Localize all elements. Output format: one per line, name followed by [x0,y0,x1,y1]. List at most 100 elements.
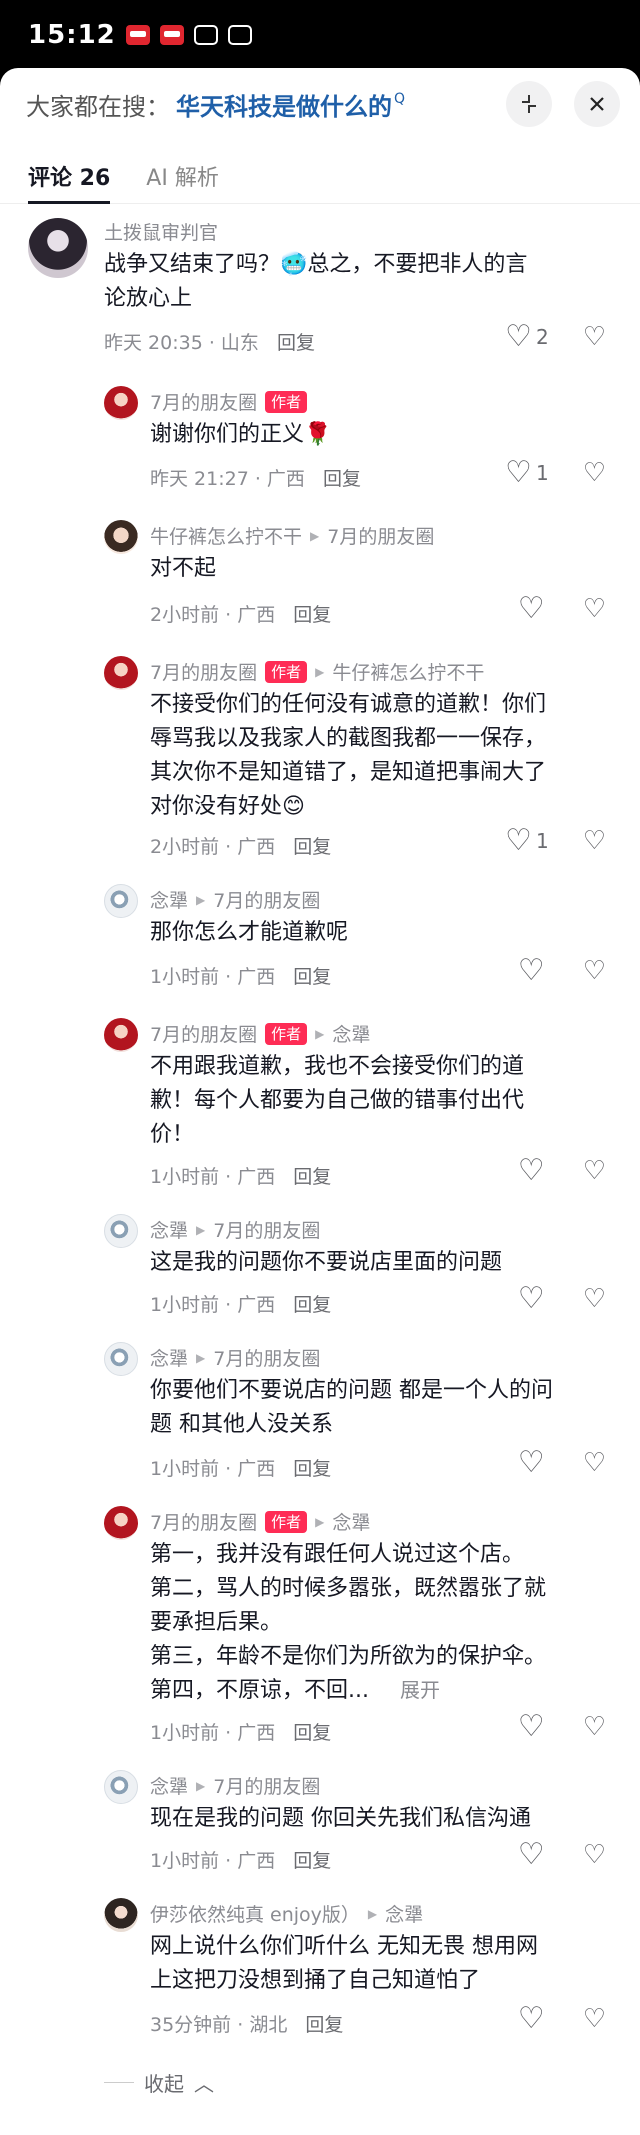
username[interactable]: 7月的朋友圈 [150,658,257,685]
comment-location: 广西 [237,1722,276,1744]
comment-meta: 35分钟前 · 湖北 回复 [150,2010,343,2037]
like-button[interactable]: ♡ 1 [505,826,549,856]
heart-icon: ♡ [505,319,532,354]
avatar[interactable] [104,1018,138,1052]
like-button[interactable]: ♡ [518,1840,549,1870]
divider-line [104,2082,134,2083]
like-button[interactable]: ♡ [518,594,549,624]
like-count: 1 [535,461,549,485]
chevron-up-icon: ︿ [194,2072,214,2096]
reply-target[interactable]: 7月的朋友圈 [213,1344,320,1371]
search-query-link[interactable]: 华天科技是做什么的 [176,87,392,122]
avatar[interactable] [104,884,138,918]
dislike-icon[interactable]: ♡ [583,1842,606,1868]
reply-arrow-icon: ▶ [196,1778,206,1793]
comment-author[interactable]: 念犟 ▶ 7月的朋友圈 [150,886,320,913]
username[interactable]: 7月的朋友圈 [150,1508,257,1535]
reply-target[interactable]: 7月的朋友圈 [213,886,320,913]
comment-location: 广西 [237,1850,276,1872]
reply-button[interactable]: 回复 [293,1718,331,1745]
avatar[interactable] [104,386,138,420]
minimize-button[interactable] [506,81,552,127]
dislike-icon[interactable]: ♡ [583,596,606,622]
reply-button[interactable]: 回复 [293,1454,331,1481]
avatar[interactable] [104,1506,138,1540]
heart-icon: ♡ [517,1709,545,1744]
reply-target[interactable]: 念犟 [332,1508,370,1535]
like-button[interactable]: ♡ [518,1284,549,1314]
reply-target[interactable]: 牛仔裤怎么拧不干 [332,658,484,685]
like-button[interactable]: ♡ [518,1156,549,1186]
like-button[interactable]: ♡ [518,1712,549,1742]
reply-button[interactable]: 回复 [293,1290,331,1317]
comment-author[interactable]: 念犟 ▶ 7月的朋友圈 [150,1216,320,1243]
dislike-icon[interactable]: ♡ [583,1158,606,1184]
reply-target[interactable]: 7月的朋友圈 [213,1772,320,1799]
dislike-icon[interactable]: ♡ [583,958,606,984]
reply-button[interactable]: 回复 [293,600,331,627]
reply-target[interactable]: 7月的朋友圈 [327,522,434,549]
username[interactable]: 念犟 [150,886,188,913]
avatar[interactable] [104,1342,138,1376]
dislike-icon[interactable]: ♡ [583,828,606,854]
comment-author[interactable]: 伊莎依然纯真 enjoy版） ▶ 念犟 [150,1900,423,1927]
reply-button[interactable]: 回复 [293,1846,331,1873]
reply-target[interactable]: 念犟 [385,1900,423,1927]
dislike-icon[interactable]: ♡ [583,1286,606,1312]
avatar[interactable] [104,1214,138,1248]
collapse-replies-button[interactable]: 收起 ︿ [104,2068,214,2097]
reply-button[interactable]: 回复 [293,832,331,859]
comment-author[interactable]: 念犟 ▶ 7月的朋友圈 [150,1344,320,1371]
comment-author[interactable]: 念犟 ▶ 7月的朋友圈 [150,1772,320,1799]
like-button[interactable]: ♡ [518,1448,549,1478]
comment-text: 那你怎么才能道歉呢 [150,920,349,945]
comment-time: 1小时前 [150,1458,220,1480]
heart-icon: ♡ [517,1837,545,1872]
comment-author[interactable]: 7月的朋友圈 作者 ▶ 念犟 [150,1020,370,1047]
reply-target[interactable]: 念犟 [332,1020,370,1047]
avatar[interactable] [104,1898,138,1932]
avatar[interactable] [104,656,138,690]
comment-location: 广西 [237,836,276,858]
dislike-icon[interactable]: ♡ [583,2006,606,2032]
comment-text: 战争又结束了吗？🥶总之，不要把非人的言 论放心上 [104,252,528,311]
tab-comments[interactable]: 评论 26 [28,152,110,192]
comment-author[interactable]: 7月的朋友圈 作者 ▶ 念犟 [150,1508,370,1535]
username[interactable]: 念犟 [150,1216,188,1243]
like-button[interactable]: ♡ 2 [505,322,549,352]
dislike-icon[interactable]: ♡ [583,1450,606,1476]
author-badge: 作者 [265,1510,308,1533]
reply-button[interactable]: 回复 [305,2010,343,2037]
search-suggestion-bar[interactable]: 大家都在搜： 华天科技是做什么的 Q [0,68,640,140]
like-button[interactable]: ♡ [518,956,549,986]
tab-ai-analysis[interactable]: AI 解析 [146,152,219,192]
username[interactable]: 土拨鼠审判官 [104,218,218,245]
reply-target[interactable]: 7月的朋友圈 [213,1216,320,1243]
username[interactable]: 7月的朋友圈 [150,1020,257,1047]
reply-button[interactable]: 回复 [293,962,331,989]
avatar[interactable] [104,520,138,554]
reply-button[interactable]: 回复 [293,1162,331,1189]
like-button[interactable]: ♡ [518,2004,549,2034]
comment-actions: ♡ 1 ♡ [505,826,606,856]
username[interactable]: 7月的朋友圈 [150,388,257,415]
comment-time: 1小时前 [150,1294,220,1316]
avatar[interactable] [28,218,88,278]
expand-link[interactable]: 展开 [400,1674,440,1703]
avatar[interactable] [104,1770,138,1804]
username[interactable]: 念犟 [150,1772,188,1799]
comment-author[interactable]: 牛仔裤怎么拧不干 ▶ 7月的朋友圈 [150,522,434,549]
dislike-icon[interactable]: ♡ [583,460,606,486]
dislike-icon[interactable]: ♡ [583,1714,606,1740]
like-button[interactable]: ♡ 1 [505,458,549,488]
username[interactable]: 牛仔裤怎么拧不干 [150,522,302,549]
close-button[interactable] [574,81,620,127]
reply-button[interactable]: 回复 [277,328,315,355]
dislike-icon[interactable]: ♡ [583,324,606,350]
comment-author[interactable]: 7月的朋友圈 作者 ▶ 牛仔裤怎么拧不干 [150,658,484,685]
username[interactable]: 伊莎依然纯真 enjoy版） [150,1900,360,1927]
username[interactable]: 念犟 [150,1344,188,1371]
reply-button[interactable]: 回复 [323,464,361,491]
comment-author[interactable]: 7月的朋友圈 作者 [150,388,308,415]
comment-author[interactable]: 土拨鼠审判官 [104,218,218,245]
